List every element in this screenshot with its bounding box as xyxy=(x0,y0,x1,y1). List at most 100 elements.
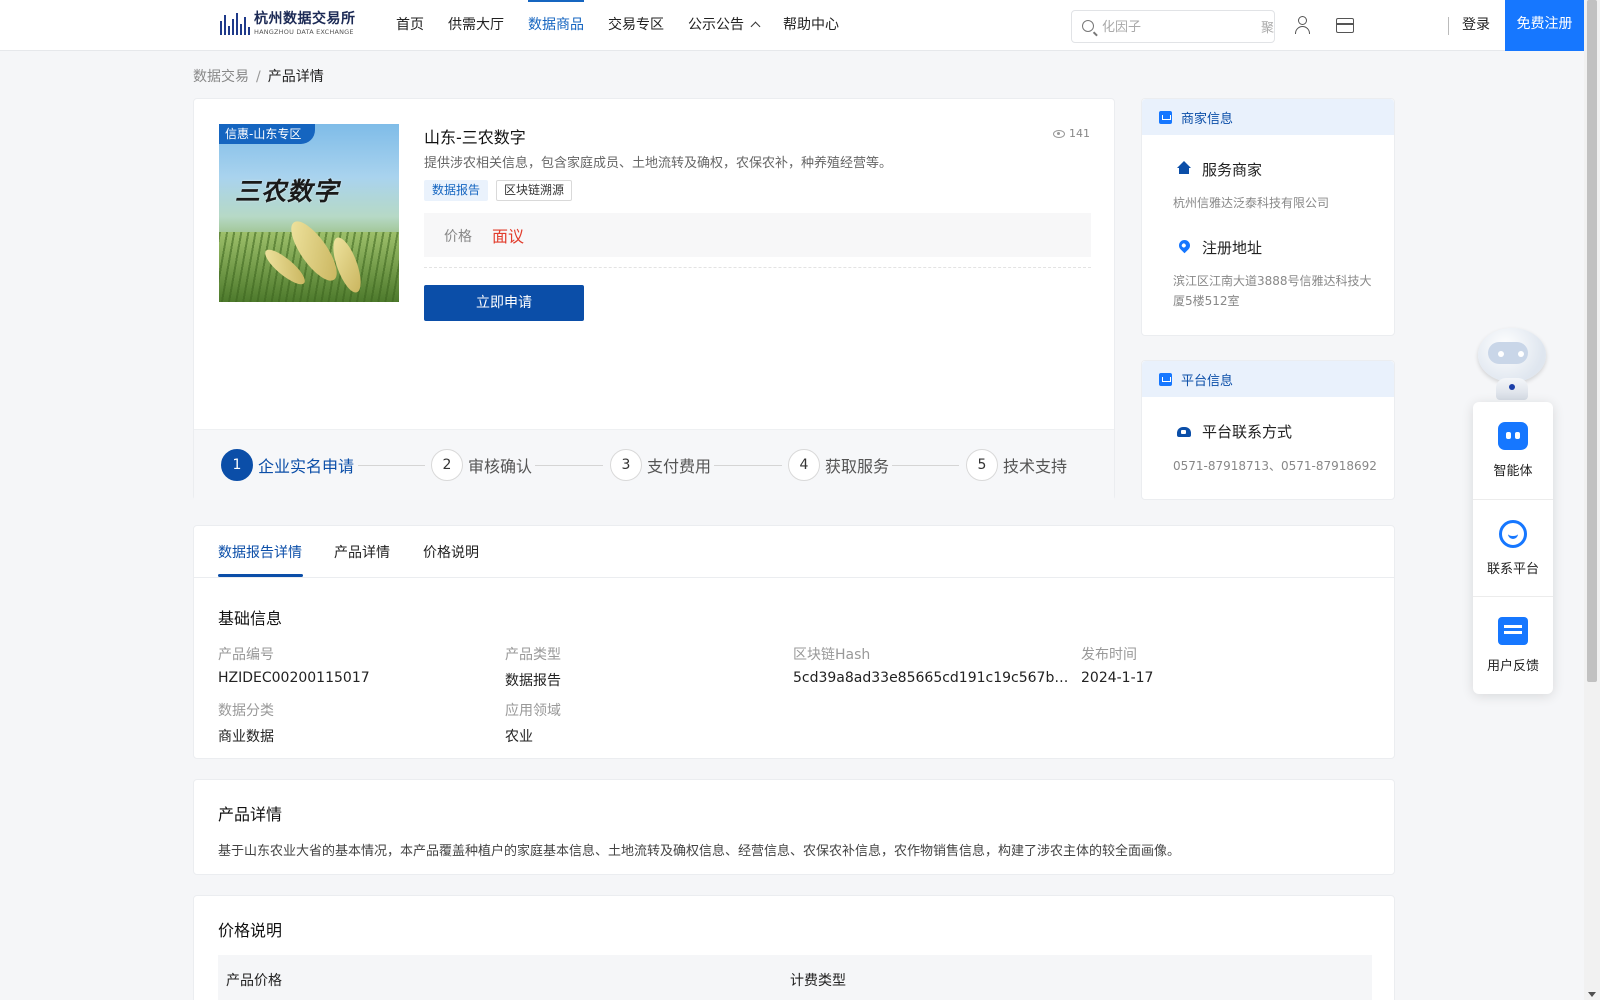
price-value: 面议 xyxy=(492,227,525,246)
store-icon[interactable] xyxy=(1335,15,1355,35)
eye-icon xyxy=(1053,129,1065,138)
logo-text-en: HANGZHOU DATA EXCHANGE xyxy=(254,28,354,36)
chevron-up-icon xyxy=(750,21,761,32)
platform-info-title: 平台信息 xyxy=(1181,374,1234,389)
nav-announcements[interactable]: 公示公告 xyxy=(688,0,761,50)
product-tags: 数据报告 区块链溯源 xyxy=(424,180,573,201)
float-contact-label: 联系平台 xyxy=(1486,562,1539,577)
merchant-info-card: 商家信息 服务商家 杭州信雅达泛泰科技有限公司 注册地址 滨江区江南大道3888… xyxy=(1141,98,1395,336)
search-overflow-text: 聚 xyxy=(1258,17,1274,36)
product-description: 提供涉农相关信息，包含家庭成员、土地流转及确权，农保农补，种养殖经营等。 xyxy=(424,156,893,171)
platform-info-icon xyxy=(1159,373,1172,386)
float-ai-agent-label: 智能体 xyxy=(1493,464,1533,479)
floating-service-panel: 智能体 联系平台 用户反馈 xyxy=(1473,402,1553,694)
step-5-label: 技术支持 xyxy=(1003,457,1068,476)
float-ai-agent[interactable]: 智能体 xyxy=(1473,402,1553,498)
step-4-label: 获取服务 xyxy=(825,457,890,476)
field-label: 产品编号 xyxy=(218,647,274,663)
search-icon[interactable] xyxy=(1082,20,1094,32)
user-icon[interactable] xyxy=(1293,15,1313,35)
float-feedback-label: 用户反馈 xyxy=(1486,659,1539,674)
service-merchant-name[interactable]: 杭州信雅达泛泰科技有限公司 xyxy=(1173,193,1373,213)
customer-service-icon xyxy=(1499,520,1527,548)
robot-mascot-icon[interactable] xyxy=(1474,326,1550,402)
price-box: 价格 面议 xyxy=(424,213,1091,257)
field-value: 农业 xyxy=(505,729,533,745)
step-1-number: 1 xyxy=(221,449,253,481)
float-contact-platform[interactable]: 联系平台 xyxy=(1473,499,1553,595)
field-label: 应用领域 xyxy=(505,703,561,719)
platform-info-header: 平台信息 xyxy=(1142,361,1394,397)
register-button[interactable]: 免费注册 xyxy=(1505,0,1584,51)
nav-data-products[interactable]: 数据商品 xyxy=(528,0,584,50)
tab-product-details[interactable]: 产品详情 xyxy=(334,542,390,562)
header-divider xyxy=(1448,17,1449,35)
step-3: 3 支付费用 xyxy=(610,449,711,481)
nav-supply-demand[interactable]: 供需大厅 xyxy=(448,0,504,50)
step-connector xyxy=(535,465,603,466)
step-4: 4 获取服务 xyxy=(788,449,889,481)
apply-now-button[interactable]: 立即申请 xyxy=(424,285,584,321)
feedback-icon xyxy=(1498,617,1528,645)
product-image: 三农数字 信惠-山东专区 xyxy=(219,124,399,302)
merchant-info-header: 商家信息 xyxy=(1142,99,1394,135)
view-count-value: 141 xyxy=(1069,127,1090,140)
robot-icon xyxy=(1498,422,1528,450)
price-description-title: 价格说明 xyxy=(218,921,283,940)
scrollbar-thumb[interactable] xyxy=(1587,0,1597,682)
application-steps: 1 企业实名申请 2 审核确认 3 支付费用 4 获取服务 5 技术支持 xyxy=(194,429,1114,500)
field-label: 数据分类 xyxy=(218,703,274,719)
float-user-feedback[interactable]: 用户反馈 xyxy=(1473,596,1553,692)
tab-report-details[interactable]: 数据报告详情 xyxy=(218,542,302,562)
location-pin-icon xyxy=(1176,237,1193,254)
product-detail-title: 产品详情 xyxy=(218,805,283,824)
nav-announcements-label: 公示公告 xyxy=(688,17,744,33)
field-value: 2024-1-17 xyxy=(1081,670,1154,686)
column-header-billing-type: 计费类型 xyxy=(790,973,846,989)
step-2-label: 审核确认 xyxy=(468,457,533,476)
nav-trade-zone[interactable]: 交易专区 xyxy=(608,0,664,50)
field-value: HZIDEC00200115017 xyxy=(218,670,370,686)
logo[interactable]: 杭州数据交易所 HANGZHOU DATA EXCHANGE xyxy=(220,12,356,36)
field-application-domain: 应用领域 农业 xyxy=(505,700,765,746)
scroll-down-arrow-icon[interactable] xyxy=(1588,992,1596,997)
product-zone-tag: 信惠-山东专区 xyxy=(219,124,316,144)
field-publish-date: 发布时间 2024-1-17 xyxy=(1081,644,1341,686)
column-header-price: 产品价格 xyxy=(226,973,282,989)
phone-icon xyxy=(1177,427,1191,437)
field-product-id: 产品编号 HZIDEC00200115017 xyxy=(218,644,478,686)
search-box[interactable]: 聚 xyxy=(1071,10,1275,43)
search-input[interactable] xyxy=(1102,16,1270,38)
nav-home[interactable]: 首页 xyxy=(396,0,424,50)
step-1-label: 企业实名申请 xyxy=(258,457,355,476)
step-3-number: 3 xyxy=(610,449,642,481)
tab-price-description[interactable]: 价格说明 xyxy=(423,542,479,562)
nav-help-center[interactable]: 帮助中心 xyxy=(783,0,839,50)
active-tab-indicator xyxy=(218,574,303,577)
logo-mark-icon xyxy=(220,12,250,35)
logo-text-cn: 杭州数据交易所 xyxy=(254,11,356,27)
step-3-label: 支付费用 xyxy=(647,457,712,476)
field-data-category: 数据分类 商业数据 xyxy=(218,700,478,746)
service-merchant-title: 服务商家 xyxy=(1202,161,1263,179)
price-divider xyxy=(424,267,1091,268)
field-label: 发布时间 xyxy=(1081,647,1137,663)
field-label: 产品类型 xyxy=(505,647,561,663)
price-table-header: 产品价格 计费类型 xyxy=(218,955,1372,1000)
breadcrumb-current: 产品详情 xyxy=(267,69,324,85)
tag-data-report: 数据报告 xyxy=(424,180,489,201)
breadcrumb-parent[interactable]: 数据交易 xyxy=(193,69,249,85)
main-nav: 首页 供需大厅 数据商品 交易专区 公示公告 帮助中心 xyxy=(396,0,863,50)
price-description-card: 价格说明 产品价格 计费类型 xyxy=(193,895,1395,1000)
breadcrumb: 数据交易 / 产品详情 xyxy=(193,66,324,86)
page-scrollbar[interactable] xyxy=(1584,0,1600,1000)
field-value: 商业数据 xyxy=(218,729,274,745)
tag-blockchain-trace: 区块链溯源 xyxy=(496,180,573,201)
breadcrumb-separator: / xyxy=(256,69,261,85)
merchant-info-icon xyxy=(1159,111,1172,124)
product-image-title: 三农数字 xyxy=(235,177,340,206)
step-1: 1 企业实名申请 xyxy=(221,449,354,481)
field-value: 5cd39a8ad33e85665cd191c19c567bd49e... xyxy=(793,670,1070,686)
login-link[interactable]: 登录 xyxy=(1462,0,1490,51)
basic-info-title: 基础信息 xyxy=(218,609,283,628)
